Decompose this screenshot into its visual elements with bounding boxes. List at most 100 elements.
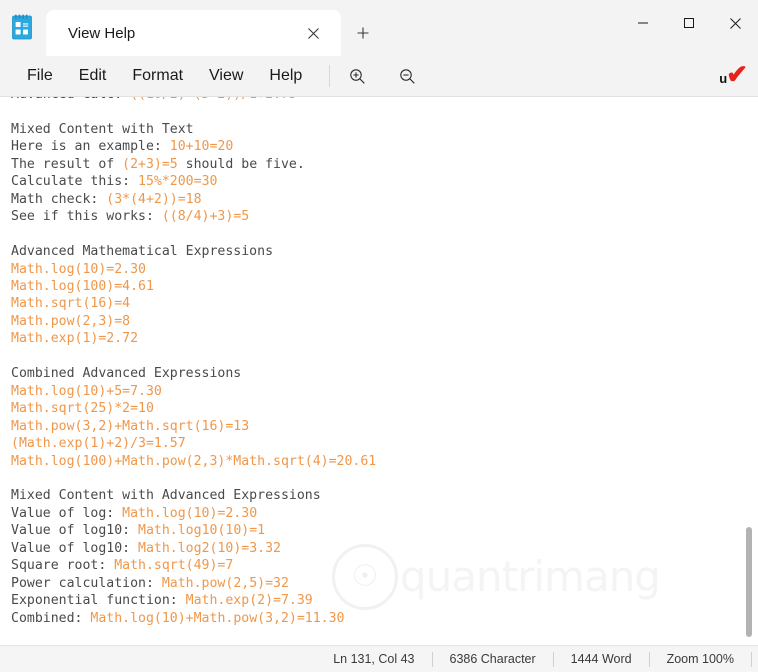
line-text: Value of log: (11, 505, 123, 521)
math-expression: Math.sqrt(25)*2=10 (11, 401, 154, 417)
editor-line: Math.pow(2,3)=8 (11, 313, 758, 330)
math-expression: (3*(4+2))=18 (106, 191, 202, 207)
math-expression: Math.sqrt(16)=4 (11, 296, 131, 312)
editor-line: See if this works: ((8/4)+3)=5 (11, 208, 758, 225)
math-expression: (Math.exp(1)+2)/3=1.57 (11, 436, 186, 452)
zoom-in-icon (350, 68, 365, 84)
status-word-count[interactable]: 1444 Word (554, 652, 649, 666)
math-expression: Math.log(100)=4.61 (11, 278, 154, 294)
notepad-icon (0, 0, 46, 56)
line-text: Mixed Content with Advanced Expressions (11, 488, 321, 504)
line-text: Value of log10: (11, 540, 139, 556)
math-expression: Math.log(100)+Math.pow(2,3)*Math.sqrt(4)… (11, 453, 377, 469)
math-expression: ((10/2)*(5-2))/1+2.75 (130, 97, 297, 102)
math-expression: ((8/4)+3)=5 (161, 209, 250, 225)
line-text: Here is an example: (11, 139, 170, 155)
editor-line: Math.log(100)+Math.pow(2,3)*Math.sqrt(4)… (11, 453, 758, 470)
editor-line: Math.log(100)=4.61 (11, 278, 758, 295)
vertical-scrollbar[interactable] (741, 97, 758, 645)
tab-close-icon[interactable] (299, 19, 327, 47)
notepad-window: View Help File Edit Format View Help u ✔… (0, 0, 758, 672)
menu-item-edit[interactable]: Edit (66, 62, 120, 90)
menu-item-file[interactable]: File (14, 62, 66, 90)
new-tab-button[interactable] (341, 10, 385, 56)
editor-line: Mixed Content with Advanced Expressions (11, 487, 758, 504)
line-text: Mixed Content with Text (11, 121, 194, 137)
editor-line: Combined: Math.log(10)+Math.pow(3,2)=11.… (11, 610, 758, 627)
editor-text[interactable]: Advanced calc: ((10/2)*(5-2))/1+2.75 Mix… (0, 97, 758, 627)
line-text: The result of (11, 156, 123, 172)
titlebar: View Help (0, 0, 758, 56)
line-text: Value of log10: (11, 523, 139, 539)
zoom-in-button[interactable] (340, 61, 374, 91)
tab-title: View Help (68, 24, 136, 42)
math-expression: Math.pow(2,3)=8 (11, 313, 131, 329)
line-text: Calculate this: (11, 174, 139, 190)
math-expression: Math.exp(2)=7.39 (185, 593, 313, 609)
editor-line: Value of log10: Math.log10(10)=1 (11, 522, 758, 539)
menu-item-view[interactable]: View (196, 62, 256, 90)
brand-logo: u ✔ (719, 61, 748, 93)
math-expression: 15%*200=30 (138, 174, 218, 190)
editor-line: Combined Advanced Expressions (11, 365, 758, 382)
line-text: Advanced Mathematical Expressions (11, 244, 274, 260)
zoom-out-button[interactable] (390, 61, 424, 91)
editor-line: Math check: (3*(4+2))=18 (11, 191, 758, 208)
editor-line: Advanced Mathematical Expressions (11, 243, 758, 260)
menu-item-format[interactable]: Format (119, 62, 196, 90)
status-character-count[interactable]: 6386 Character (433, 652, 553, 666)
line-text: should be five. (177, 156, 305, 172)
editor-line: Value of log: Math.log(10)=2.30 (11, 505, 758, 522)
menubar: File Edit Format View Help u ✔ (0, 56, 758, 97)
editor-line: Square root: Math.sqrt(49)=7 (11, 557, 758, 574)
editor-line: Power calculation: Math.pow(2,5)=32 (11, 575, 758, 592)
menu-item-help[interactable]: Help (256, 62, 315, 90)
status-cursor-position[interactable]: Ln 131, Col 43 (316, 652, 431, 666)
status-zoom-level[interactable]: Zoom 100% (650, 652, 751, 666)
line-text: Combined Advanced Expressions (11, 366, 242, 382)
line-text: Power calculation: (11, 575, 162, 591)
close-icon (729, 17, 741, 29)
maximize-button[interactable] (666, 0, 712, 46)
math-expression: Math.log(10)=2.30 (122, 505, 258, 521)
close-button[interactable] (712, 0, 758, 46)
math-expression: Math.log10(10)=1 (138, 523, 266, 539)
plus-icon (357, 27, 369, 39)
editor-line: Value of log10: Math.log2(10)=3.32 (11, 540, 758, 557)
editor-line: The result of (2+3)=5 should be five. (11, 156, 758, 173)
math-expression: Math.log2(10)=3.32 (138, 540, 281, 556)
math-expression: Math.sqrt(49)=7 (114, 558, 234, 574)
math-expression: Math.log(10)=2.30 (11, 261, 146, 277)
editor-line: Math.pow(3,2)+Math.sqrt(16)=13 (11, 418, 758, 435)
editor-line: Here is an example: 10+10=20 (11, 138, 758, 155)
editor-area[interactable]: Advanced calc: ((10/2)*(5-2))/1+2.75 Mix… (0, 97, 758, 645)
math-expression: 10+10=20 (169, 139, 234, 155)
math-expression: Math.pow(2,5)=32 (161, 575, 289, 591)
editor-line: Math.sqrt(16)=4 (11, 295, 758, 312)
line-text: Math check: (11, 191, 107, 207)
math-expression: (2+3)=5 (122, 156, 178, 172)
math-expression: Math.log(10)+Math.pow(3,2)=11.30 (90, 610, 345, 626)
minimize-button[interactable] (620, 0, 666, 46)
editor-line: Mixed Content with Text (11, 121, 758, 138)
line-text: Exponential function: (11, 593, 186, 609)
maximize-icon (684, 18, 694, 28)
editor-line: Math.exp(1)=2.72 (11, 330, 758, 347)
editor-line: Exponential function: Math.exp(2)=7.39 (11, 592, 758, 609)
line-text: Square root: (11, 558, 115, 574)
tab-view-help[interactable]: View Help (46, 10, 341, 56)
editor-line: Math.log(10)=2.30 (11, 261, 758, 278)
zoom-out-icon (400, 68, 415, 84)
window-controls (620, 0, 758, 46)
math-expression: Math.log(10)+5=7.30 (11, 383, 162, 399)
scrollbar-thumb[interactable] (746, 527, 752, 637)
line-text: Advanced calc: (11, 97, 130, 102)
line-text: Combined: (11, 610, 91, 626)
status-divider (751, 651, 752, 667)
editor-line: Math.log(10)+5=7.30 (11, 383, 758, 400)
editor-line: Math.sqrt(25)*2=10 (11, 400, 758, 417)
